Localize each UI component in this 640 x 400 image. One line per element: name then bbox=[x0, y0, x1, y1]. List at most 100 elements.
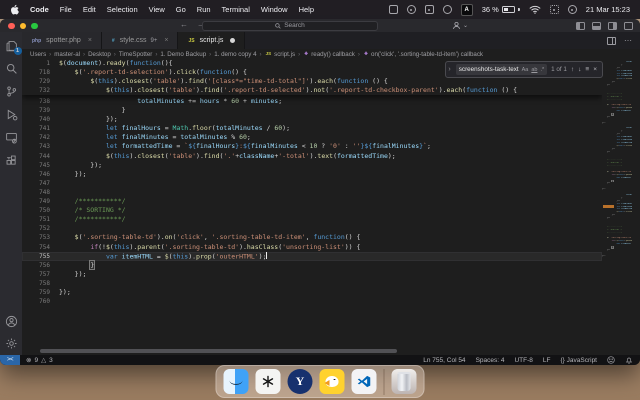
toggle-secondary-sidebar-button[interactable] bbox=[608, 21, 617, 30]
remote-indicator[interactable]: >< bbox=[0, 355, 20, 365]
code-line-729[interactable]: 729 $(this).closest('table').find('[clas… bbox=[22, 77, 602, 86]
code-line-749[interactable]: 749 /***********/ bbox=[22, 197, 602, 206]
find-close-button[interactable]: × bbox=[593, 66, 597, 73]
notifications-bell-icon[interactable] bbox=[625, 356, 633, 364]
feedback-smiley-icon[interactable] bbox=[607, 356, 615, 364]
tab-spotter.php[interactable]: php spotter.php × bbox=[22, 32, 102, 49]
code-line-751[interactable]: 751 /***********/ bbox=[22, 215, 602, 224]
breadcrumb-item[interactable]: Desktop bbox=[88, 51, 111, 58]
close-window-button[interactable] bbox=[8, 22, 15, 29]
profile-menu-button[interactable]: ⌄ bbox=[452, 21, 468, 30]
find-input[interactable]: screenshots-task-text Aa ab .* bbox=[455, 64, 548, 75]
dock-vscode-icon[interactable] bbox=[351, 369, 377, 394]
breadcrumb-item[interactable]: 1. Demo Backup bbox=[160, 51, 206, 58]
code-line-747[interactable]: 747 bbox=[22, 179, 602, 188]
remote-explorer-icon[interactable] bbox=[5, 131, 18, 144]
status-item--javascript[interactable]: {} JavaScript bbox=[561, 357, 598, 364]
menu-item-selection[interactable]: Selection bbox=[107, 5, 138, 14]
code-line-741[interactable]: 741 let finalHours = Math.floor(totalMin… bbox=[22, 124, 602, 133]
tab-script.js[interactable]: JS script.js bbox=[178, 32, 246, 49]
wifi-icon[interactable] bbox=[529, 5, 541, 14]
code-line-738[interactable]: 738 totalMinutes += hours * 60 + minutes… bbox=[22, 97, 602, 106]
apple-logo-icon[interactable] bbox=[10, 4, 19, 15]
breadcrumb-item[interactable]: 1. demo copy 4 bbox=[214, 51, 256, 58]
dock-trash-icon[interactable] bbox=[391, 369, 417, 394]
menu-item-code[interactable]: Code bbox=[30, 5, 49, 14]
dock-finder-icon[interactable] bbox=[223, 369, 249, 394]
customize-layout-button[interactable] bbox=[624, 21, 633, 30]
extensions-icon[interactable] bbox=[5, 154, 18, 167]
match-case-toggle[interactable]: Aa bbox=[522, 67, 529, 73]
code-line-755[interactable]: 755 var itemHTML = $(this).prop('outerHT… bbox=[22, 251, 602, 261]
status-item-ln-755-col-54[interactable]: Ln 755, Col 54 bbox=[423, 357, 465, 364]
explorer-icon[interactable]: 1 bbox=[5, 39, 22, 55]
breadcrumb-item[interactable]: master-al bbox=[54, 51, 80, 58]
code-line-743[interactable]: 743 let formattedTime = `${finalHours}:$… bbox=[22, 142, 602, 151]
code-line-745[interactable]: 745 }); bbox=[22, 161, 602, 170]
status-item-spaces-4[interactable]: Spaces: 4 bbox=[476, 357, 505, 364]
code-line-753[interactable]: 753 $('.sorting-table-td').on('click', '… bbox=[22, 233, 602, 242]
source-control-icon[interactable] bbox=[5, 85, 18, 98]
code-editor[interactable]: 1 $(document).ready(function(){718 $('.re… bbox=[22, 59, 602, 355]
menu-item-help[interactable]: Help bbox=[299, 5, 314, 14]
breadcrumb-item[interactable]: TimeSpotter bbox=[119, 51, 152, 58]
breadcrumb-item[interactable]: ❖ on('click', '.sorting-table-td-item') c… bbox=[363, 51, 483, 58]
code-line-748[interactable]: 748 bbox=[22, 188, 602, 197]
status-item-lf[interactable]: LF bbox=[543, 357, 551, 364]
menu-item-run[interactable]: Run bbox=[197, 5, 211, 14]
code-line-746[interactable]: 746 }); bbox=[22, 170, 602, 179]
code-line-750[interactable]: 750 /* SORTING */ bbox=[22, 206, 602, 215]
command-center-search[interactable]: Search bbox=[202, 20, 378, 31]
menu-item-window[interactable]: Window bbox=[261, 5, 288, 14]
tab-close-icon[interactable]: × bbox=[88, 37, 92, 44]
find-collapse-chevron[interactable]: › bbox=[447, 66, 451, 73]
battery-indicator[interactable]: 36 % bbox=[482, 5, 520, 14]
dock-yandex-browser-icon[interactable]: Y bbox=[287, 369, 313, 394]
code-line-739[interactable]: 739 } bbox=[22, 106, 602, 115]
code-line-752[interactable]: 752 bbox=[22, 224, 602, 233]
code-line-757[interactable]: 757 }); bbox=[22, 270, 602, 279]
status-item-utf-8[interactable]: UTF-8 bbox=[514, 357, 532, 364]
accounts-icon[interactable] bbox=[5, 315, 18, 328]
menu-status-icon-4[interactable] bbox=[442, 5, 452, 14]
breadcrumb-item[interactable]: Users bbox=[30, 51, 46, 58]
zoom-window-button[interactable] bbox=[31, 22, 38, 29]
dock-cyberduck-icon[interactable] bbox=[319, 369, 345, 394]
find-in-selection-button[interactable]: ≡ bbox=[585, 66, 589, 73]
menu-status-icon-1[interactable] bbox=[388, 5, 398, 14]
menu-item-terminal[interactable]: Terminal bbox=[222, 5, 250, 14]
breadcrumb-item[interactable]: JS script.js bbox=[265, 51, 296, 58]
breadcrumb-item[interactable]: ❖ ready() callback bbox=[303, 51, 355, 58]
control-center-icon[interactable] bbox=[549, 5, 559, 14]
menu-item-edit[interactable]: Edit bbox=[83, 5, 96, 14]
tab-style.css[interactable]: # style.css 9+ × bbox=[101, 32, 179, 49]
menubar-clock[interactable]: 21 Mar 15:23 bbox=[586, 5, 630, 14]
menu-item-go[interactable]: Go bbox=[176, 5, 186, 14]
code-line-754[interactable]: 754 if(!$(this).parent('.sorting-table-t… bbox=[22, 243, 602, 252]
keyboard-layout-icon[interactable]: A bbox=[460, 3, 473, 16]
titlebar[interactable]: ← → Search ⌄ bbox=[0, 19, 640, 32]
overview-ruler[interactable] bbox=[632, 59, 640, 355]
toggle-panel-button[interactable] bbox=[592, 21, 601, 30]
find-previous-button[interactable]: ↑ bbox=[571, 66, 574, 73]
nav-back-button[interactable]: ← bbox=[180, 20, 188, 29]
regex-toggle[interactable]: .* bbox=[540, 67, 544, 73]
editor-more-actions-icon[interactable]: ⋯ bbox=[624, 36, 632, 45]
code-line-758[interactable]: 758 bbox=[22, 279, 602, 288]
toggle-primary-sidebar-button[interactable] bbox=[576, 21, 585, 30]
whole-word-toggle[interactable]: ab bbox=[531, 67, 537, 73]
run-debug-icon[interactable] bbox=[5, 108, 18, 121]
code-line-760[interactable]: 760 bbox=[22, 297, 602, 306]
modified-dot-icon[interactable] bbox=[230, 38, 236, 43]
code-line-744[interactable]: 744 $(this).closest('table').find('.'+cl… bbox=[22, 152, 602, 161]
horizontal-scrollbar-thumb[interactable] bbox=[40, 349, 397, 353]
code-line-740[interactable]: 740 }); bbox=[22, 115, 602, 124]
code-line-756[interactable]: 756 } bbox=[22, 259, 602, 270]
problems-indicator[interactable]: ⊗ 9 △ 3 bbox=[26, 356, 53, 365]
find-next-button[interactable]: ↓ bbox=[578, 66, 581, 73]
menu-status-icon-3[interactable] bbox=[424, 5, 434, 14]
menu-status-icon-2[interactable] bbox=[406, 5, 416, 14]
menu-item-file[interactable]: File bbox=[60, 5, 72, 14]
minimize-window-button[interactable] bbox=[19, 22, 26, 29]
settings-gear-icon[interactable] bbox=[5, 337, 18, 350]
